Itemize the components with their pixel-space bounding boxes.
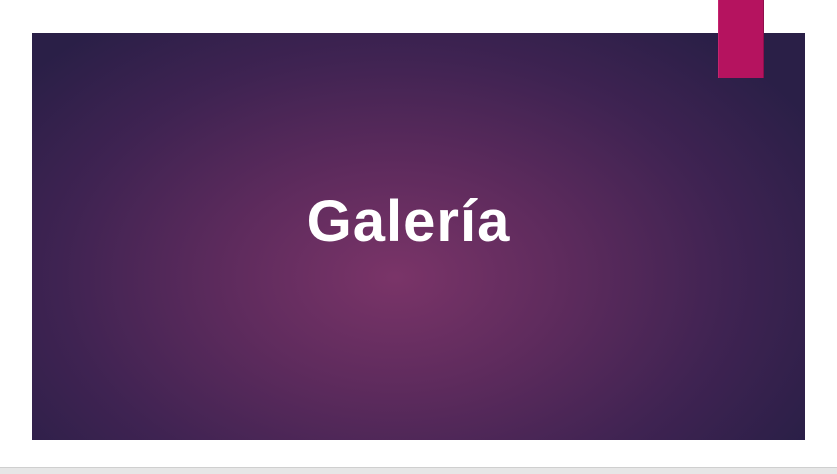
slide: Galería bbox=[32, 33, 805, 440]
bottom-divider bbox=[0, 467, 837, 474]
presentation-page: Galería bbox=[0, 0, 837, 474]
slide-title: Galería bbox=[306, 189, 511, 254]
accent-tab bbox=[718, 0, 764, 78]
